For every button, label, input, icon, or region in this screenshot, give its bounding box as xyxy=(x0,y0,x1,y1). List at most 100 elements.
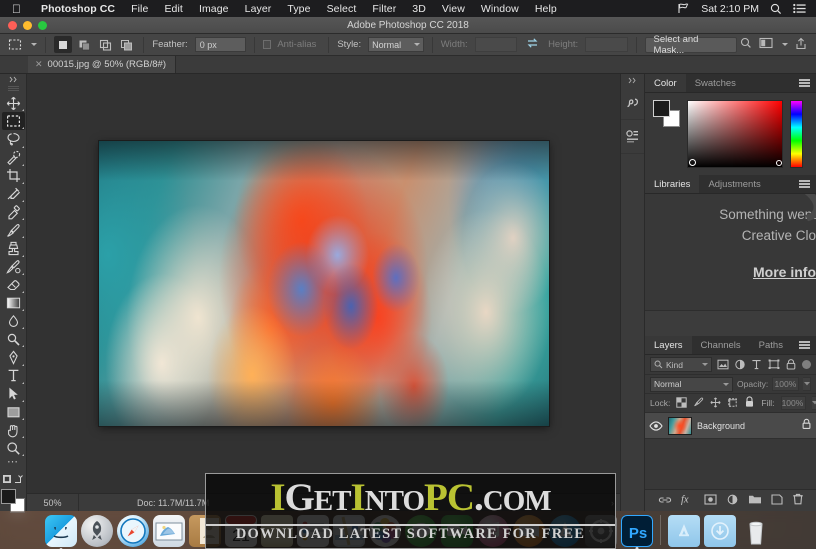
panel-menu-icon[interactable] xyxy=(799,74,816,92)
lock-image-pixels-icon[interactable] xyxy=(693,397,704,410)
dock-item-safari[interactable] xyxy=(116,515,149,547)
document-tab[interactable]: ✕ 00015.jpg @ 50% (RGB/8#) xyxy=(28,56,176,73)
pen-tool[interactable] xyxy=(2,348,25,366)
rectangular-marquee-tool[interactable] xyxy=(1,112,25,131)
foreground-color-swatch[interactable] xyxy=(653,100,670,117)
subtract-from-selection-button[interactable] xyxy=(96,36,114,53)
menu-item-file[interactable]: File xyxy=(123,3,156,15)
dock-item-finder[interactable] xyxy=(44,515,77,549)
eyedropper-tool[interactable] xyxy=(2,185,25,203)
width-input[interactable] xyxy=(474,37,518,52)
layer-row-background[interactable]: Background xyxy=(645,413,816,439)
apple-logo-icon[interactable]:  xyxy=(12,3,21,15)
filter-type-icon[interactable] xyxy=(750,358,763,372)
properties-panel-icon[interactable] xyxy=(621,120,644,154)
feather-input[interactable]: 0 px xyxy=(194,37,246,52)
color-spectrum-field[interactable] xyxy=(687,100,783,168)
menu-item-3d[interactable]: 3D xyxy=(404,3,434,15)
menu-item-photoshop-cc[interactable]: Photoshop CC xyxy=(33,3,123,15)
dock-item-mail[interactable] xyxy=(152,515,185,547)
dock-item-photoshop[interactable]: Ps xyxy=(620,515,653,549)
dock-item-downloads-folder[interactable] xyxy=(703,515,736,547)
lock-icon[interactable] xyxy=(801,417,812,435)
quick-selection-tool[interactable] xyxy=(2,149,25,167)
layer-style-fx-icon[interactable]: fx xyxy=(681,492,695,510)
brush-tool[interactable] xyxy=(2,221,25,239)
anti-alias-checkbox[interactable] xyxy=(262,40,272,49)
blur-tool[interactable] xyxy=(2,312,25,330)
foreground-color-swatch[interactable] xyxy=(1,489,16,505)
dock-item-launchpad[interactable] xyxy=(80,515,113,547)
menu-item-filter[interactable]: Filter xyxy=(364,3,404,15)
collapse-panels-icon[interactable] xyxy=(621,74,644,86)
quick-mask-mode-icon[interactable] xyxy=(2,473,24,485)
layer-name-label[interactable]: Background xyxy=(697,421,796,431)
spot-healing-brush-tool[interactable] xyxy=(2,203,25,221)
dock-item-trash[interactable] xyxy=(740,515,772,547)
lock-position-icon[interactable] xyxy=(710,396,721,410)
menu-item-layer[interactable]: Layer xyxy=(237,3,280,15)
lock-transparent-pixels-icon[interactable] xyxy=(676,396,688,410)
window-title-bar[interactable]: Adobe Photoshop CC 2018 xyxy=(0,17,816,34)
dock-item-applications-folder[interactable] xyxy=(667,515,700,547)
crop-tool[interactable] xyxy=(2,167,25,185)
dodge-tool[interactable] xyxy=(2,330,25,348)
menu-item-select[interactable]: Select xyxy=(319,3,365,15)
workspace-icon[interactable] xyxy=(759,37,773,52)
menu-item-help[interactable]: Help xyxy=(527,3,565,15)
tab-swatches[interactable]: Swatches xyxy=(685,74,745,92)
menu-item-view[interactable]: View xyxy=(434,3,473,15)
blend-mode-dropdown[interactable]: Normal xyxy=(650,376,733,392)
panel-menu-icon[interactable] xyxy=(799,175,816,193)
height-input[interactable] xyxy=(585,37,628,52)
document-canvas[interactable] xyxy=(98,141,549,426)
clock-label[interactable]: Sat 2:10 PM xyxy=(701,3,759,15)
search-icon[interactable] xyxy=(740,37,752,52)
new-selection-button[interactable] xyxy=(53,36,73,53)
filter-shape-icon[interactable] xyxy=(767,358,780,372)
filter-enable-toggle[interactable] xyxy=(802,360,811,369)
gradient-tool[interactable] xyxy=(2,294,25,312)
zoom-tool[interactable] xyxy=(2,439,25,457)
add-layer-mask-icon[interactable] xyxy=(703,492,717,510)
hue-slider[interactable] xyxy=(790,100,803,168)
menu-item-edit[interactable]: Edit xyxy=(156,3,191,15)
move-tool[interactable] xyxy=(2,94,25,112)
layer-filter-kind-dropdown[interactable]: Kind xyxy=(650,357,712,372)
close-tab-icon[interactable]: ✕ xyxy=(35,59,43,70)
color-panel-swatches[interactable] xyxy=(653,100,680,127)
tool-preset-chevron-down-icon[interactable] xyxy=(30,43,37,46)
more-info-link[interactable]: More info xyxy=(645,264,816,280)
new-adjustment-layer-icon[interactable] xyxy=(726,492,739,510)
new-group-icon[interactable] xyxy=(748,492,762,510)
intersect-selection-button[interactable] xyxy=(117,36,135,53)
tab-paths[interactable]: Paths xyxy=(749,336,792,354)
swap-dimensions-icon[interactable] xyxy=(520,37,545,52)
opacity-stepper[interactable] xyxy=(803,377,811,391)
path-selection-tool[interactable] xyxy=(2,385,25,403)
lock-artboard-nesting-icon[interactable] xyxy=(727,397,738,410)
history-panel-icon[interactable] xyxy=(621,86,644,120)
menu-item-window[interactable]: Window xyxy=(473,3,527,15)
rectangle-shape-tool[interactable] xyxy=(2,403,25,421)
rectangular-marquee-icon[interactable] xyxy=(5,36,26,54)
add-to-selection-button[interactable] xyxy=(75,36,93,53)
panel-menu-icon[interactable] xyxy=(799,336,816,354)
fill-stepper[interactable] xyxy=(812,396,816,410)
flag-icon[interactable] xyxy=(677,3,690,14)
clone-stamp-tool[interactable] xyxy=(2,239,25,257)
style-dropdown[interactable]: Normal xyxy=(368,37,424,52)
close-button[interactable] xyxy=(8,20,17,30)
tab-layers[interactable]: Layers xyxy=(645,336,692,354)
layer-thumbnail[interactable] xyxy=(668,416,692,435)
fill-input[interactable]: 100% xyxy=(780,396,807,410)
edit-toolbar-ellipsis-icon[interactable]: ⋯ xyxy=(7,457,19,470)
tab-channels[interactable]: Channels xyxy=(691,336,750,354)
menu-item-type[interactable]: Type xyxy=(279,3,318,15)
notification-center-icon[interactable] xyxy=(793,3,806,14)
new-layer-icon[interactable] xyxy=(770,492,783,510)
filter-pixel-icon[interactable] xyxy=(716,358,729,372)
lasso-tool[interactable] xyxy=(2,130,25,148)
tab-adjustments[interactable]: Adjustments xyxy=(699,175,770,193)
toolbar-collapse-handle[interactable] xyxy=(0,74,26,84)
